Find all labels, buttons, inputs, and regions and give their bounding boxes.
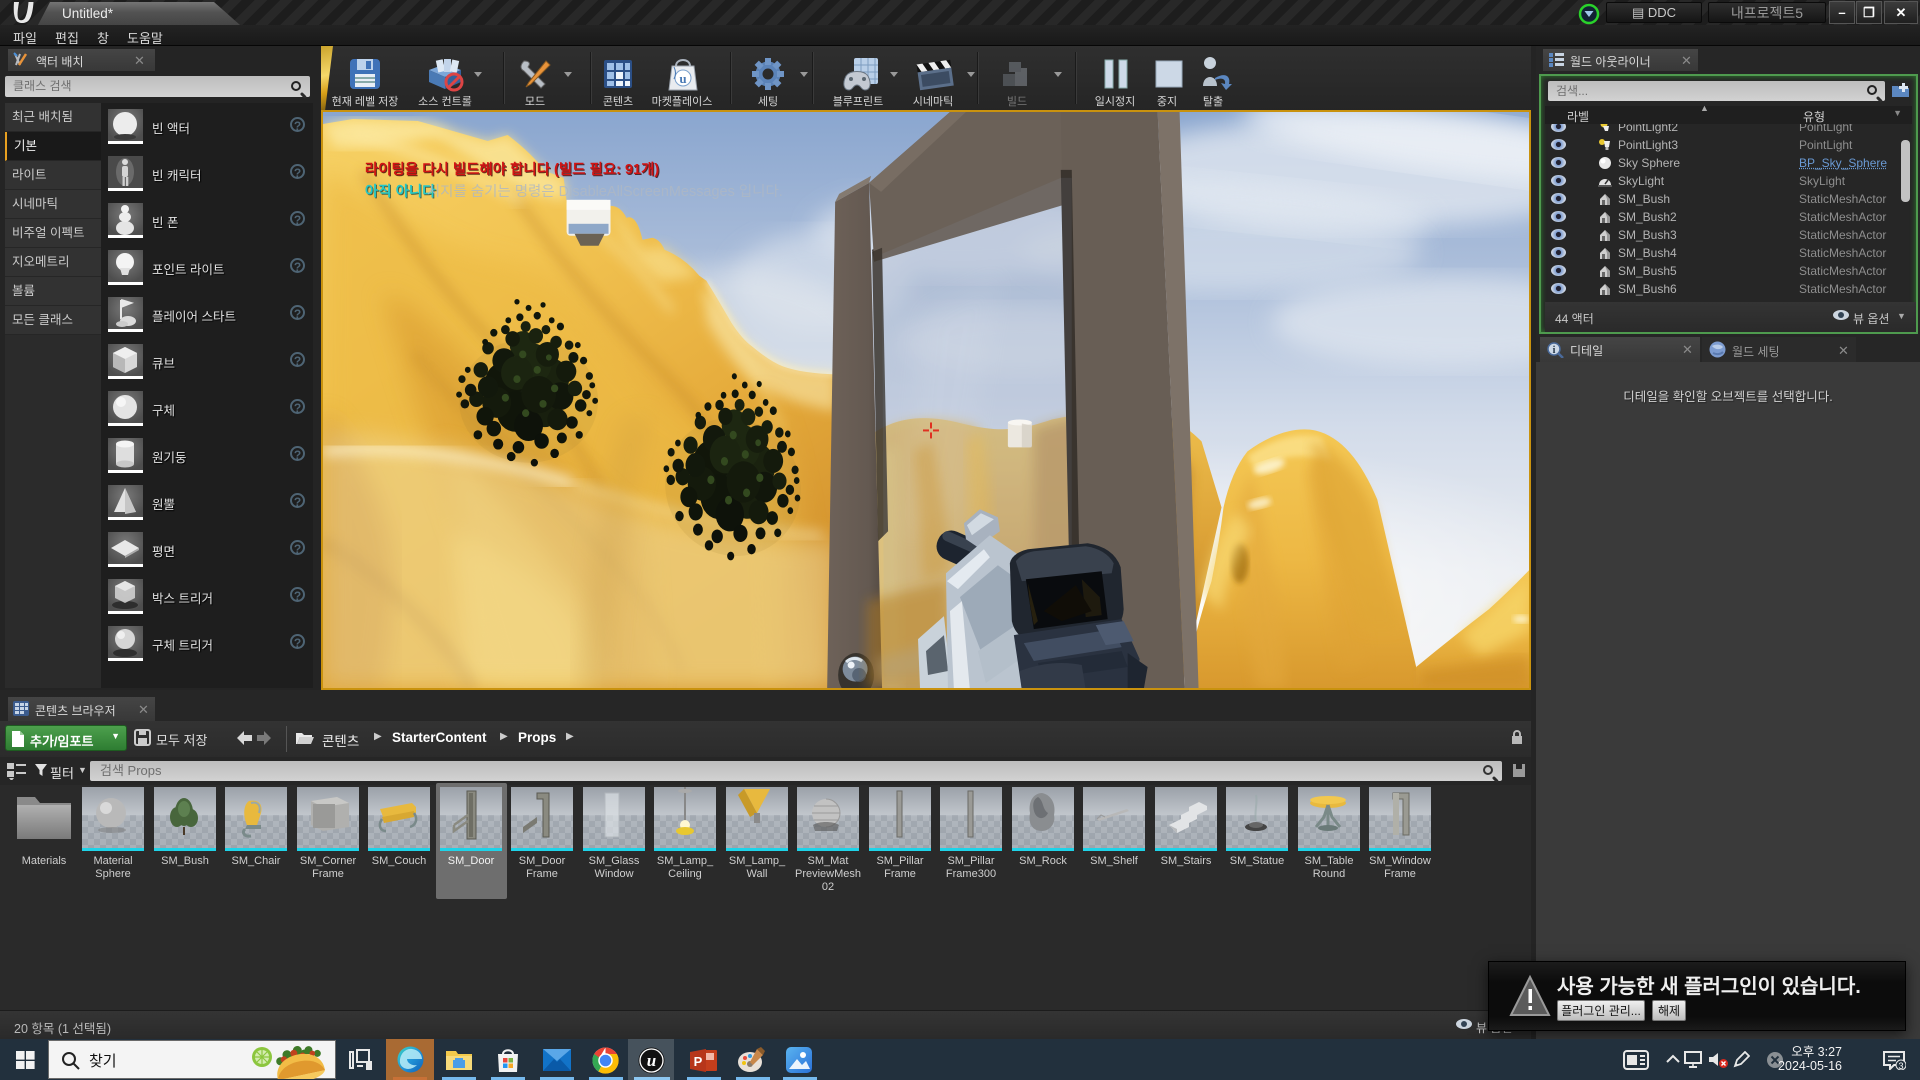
svg-text:u: u — [679, 71, 686, 86]
svg-text:i: i — [1553, 345, 1556, 356]
svg-text:시지를 숨기는 명령은 DisableAllScreenMe: 시지를 숨기는 명령은 DisableAllScreenMessages 입니다… — [427, 183, 783, 200]
svg-text:라이팅을 다시 빌드해야 합니다 (빌드 필요: 91개): 라이팅을 다시 빌드해야 합니다 (빌드 필요: 91개) — [365, 160, 659, 178]
svg-text:아직 아니다: 아직 아니다 — [365, 182, 436, 200]
svg-text:P: P — [694, 1054, 703, 1069]
svg-text:u: u — [647, 1051, 656, 1070]
svg-text:3: 3 — [1898, 1061, 1903, 1070]
